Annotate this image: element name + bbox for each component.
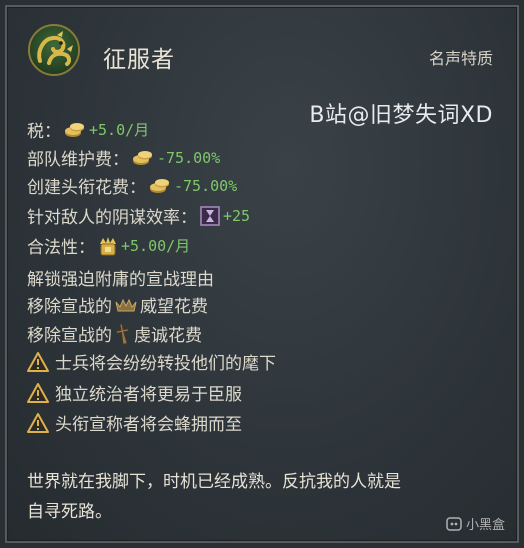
effect-label: 合法性： <box>27 238 95 258</box>
watermark-text: B站@旧梦失词XD <box>309 103 493 128</box>
warning-triangle-icon <box>27 412 49 433</box>
gold-coins-icon <box>65 122 84 137</box>
warning-triangle-icon <box>27 382 49 403</box>
hydra-dragon-icon <box>28 24 80 76</box>
remove-prefix: 移除宣战的 <box>27 297 112 317</box>
effect-label: 税： <box>27 122 61 142</box>
warning-line: 独立统治者将更易于臣服 <box>27 380 242 405</box>
unlock-text: 解锁强迫附庸的宣战理由 <box>27 270 214 290</box>
trait-category: 名声特质 <box>428 49 493 68</box>
effect-label: 针对敌人的阴谋效率： <box>27 208 197 228</box>
intrigue-scheme-icon <box>200 205 220 226</box>
brand-logo-icon <box>446 516 462 531</box>
effect-value: -75.00% <box>157 148 221 167</box>
effect-value: -75.00% <box>174 176 238 195</box>
flavor-line: 世界就在我脚下，时机已经成熟。反抗我的人就是 <box>27 472 401 492</box>
trait-tooltip: 征服者 名声特质 B站@旧梦失词XD 税： +5.0/月 部队维护费： -75.… <box>5 5 519 543</box>
remove-prefix: 移除宣战的 <box>27 326 112 346</box>
remove-suffix: 威望花费 <box>140 297 208 317</box>
unlock-casus-belli: 解锁强迫附庸的宣战理由 <box>27 265 214 290</box>
warning-line: 士兵将会纷纷转投他们的麾下 <box>27 349 276 374</box>
effect-value: +5.0/月 <box>89 121 150 139</box>
brand-watermark: 小黑盒 <box>446 514 505 533</box>
warning-triangle-icon <box>27 351 49 372</box>
effect-label: 部队维护费： <box>27 150 129 170</box>
legitimacy-crown-icon <box>100 236 116 255</box>
brand-text: 小黑盒 <box>465 518 505 533</box>
warning-line: 头衔宣称者将会蜂拥而至 <box>27 410 242 435</box>
effect-army-upkeep: 部队维护费： -75.00% <box>27 145 221 171</box>
effect-value: +5.00/月 <box>121 237 191 255</box>
remove-suffix: 虔诚花费 <box>134 326 202 346</box>
gold-coins-icon <box>150 178 169 193</box>
effect-tax: 税： +5.0/月 <box>27 117 149 142</box>
warning-text: 头衔宣称者将会蜂拥而至 <box>55 415 242 435</box>
warning-text: 独立统治者将更易于臣服 <box>55 385 242 405</box>
remove-prestige-cost: 移除宣战的 威望花费 <box>27 292 208 317</box>
flavor-text: 世界就在我脚下，时机已经成熟。反抗我的人就是 自寻死路。 <box>27 467 497 527</box>
effect-title-cost: 创建头衔花费： -75.00% <box>27 173 238 199</box>
effect-scheme-power: 针对敌人的阴谋效率： +25 <box>27 203 250 228</box>
effect-value: +25 <box>223 206 251 225</box>
trait-title: 征服者 <box>103 47 175 73</box>
prestige-crown-icon <box>115 298 137 311</box>
effect-label: 创建头衔花费： <box>27 178 146 198</box>
piety-cross-icon <box>115 323 129 345</box>
gold-coins-icon <box>133 150 152 165</box>
remove-piety-cost: 移除宣战的 虔诚花费 <box>27 321 202 346</box>
flavor-line: 自寻死路。 <box>27 502 112 522</box>
effect-legitimacy: 合法性： +5.00/月 <box>27 233 190 258</box>
warning-text: 士兵将会纷纷转投他们的麾下 <box>55 354 276 374</box>
